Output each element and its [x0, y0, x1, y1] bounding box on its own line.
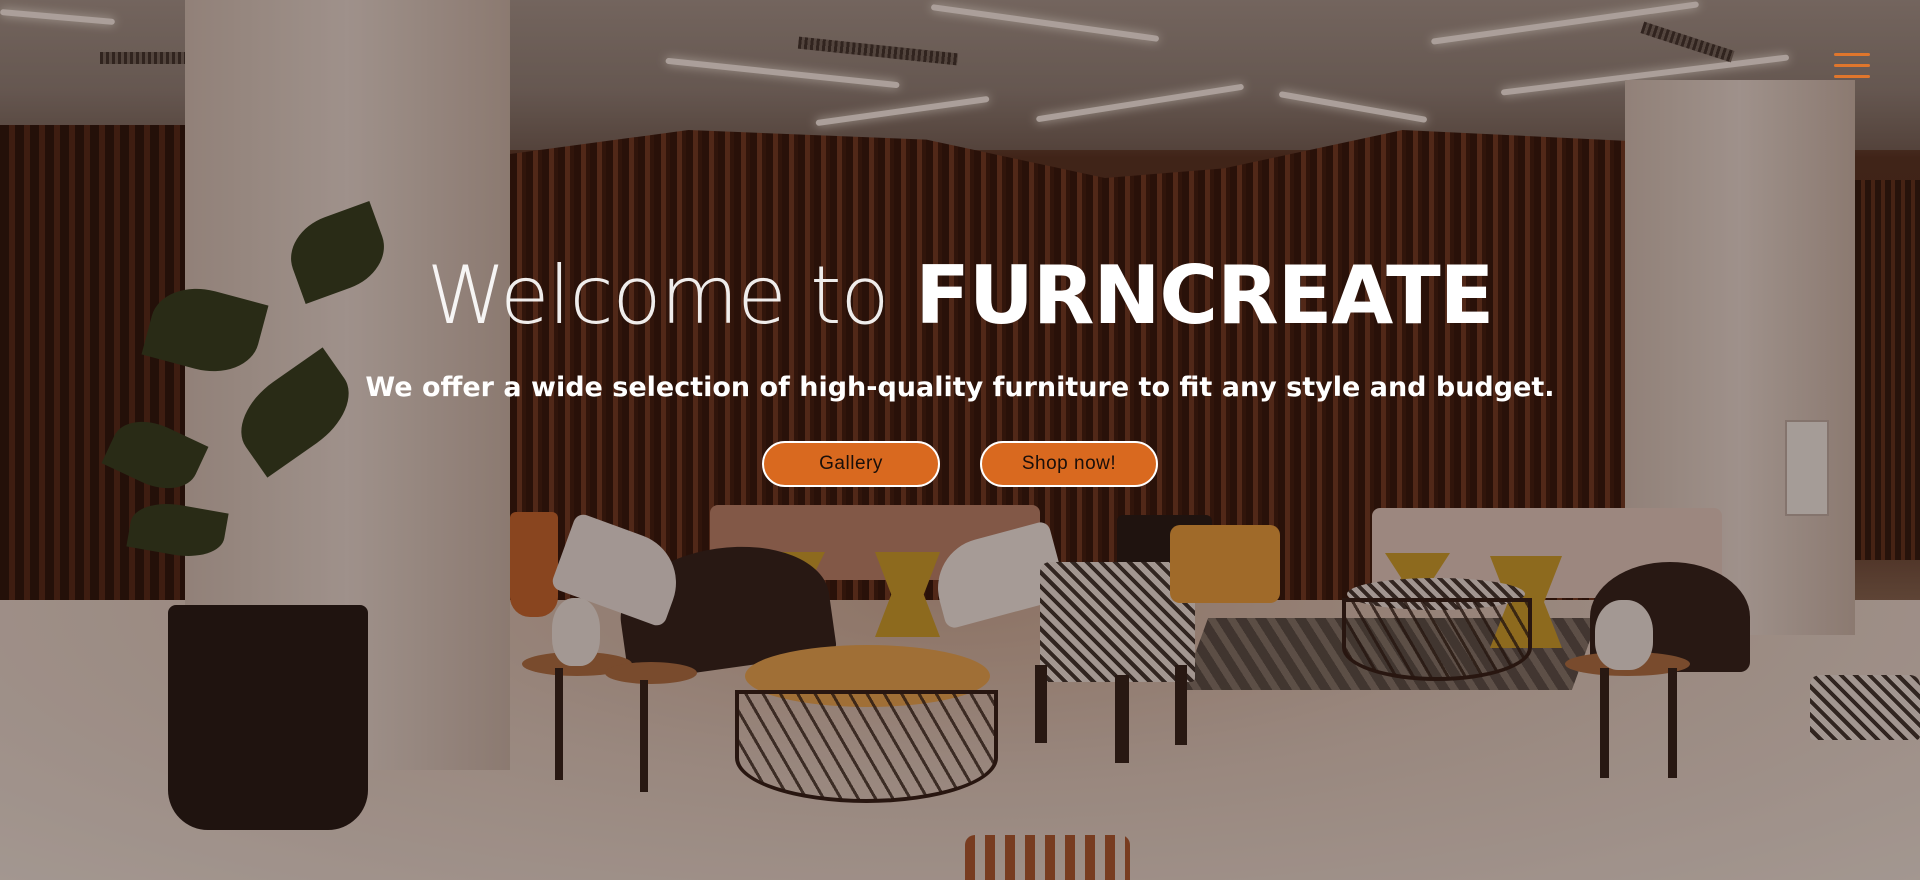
hero-title: Welcome to FURNCREATE — [0, 248, 1920, 344]
hamburger-menu-icon[interactable] — [1834, 53, 1870, 79]
hero-title-welcome: Welcome to — [426, 249, 890, 342]
gallery-button[interactable]: Gallery — [762, 441, 940, 487]
hero-section: Welcome to FURNCREATE We offer a wide se… — [0, 0, 1920, 880]
brand-name: FURNCREATE — [915, 249, 1494, 342]
hero-subtitle: We offer a wide selection of high-qualit… — [365, 372, 1555, 403]
hero-content: Welcome to FURNCREATE We offer a wide se… — [0, 248, 1920, 487]
shop-now-button[interactable]: Shop now! — [980, 441, 1158, 487]
hero-buttons: Gallery Shop now! — [0, 441, 1920, 487]
